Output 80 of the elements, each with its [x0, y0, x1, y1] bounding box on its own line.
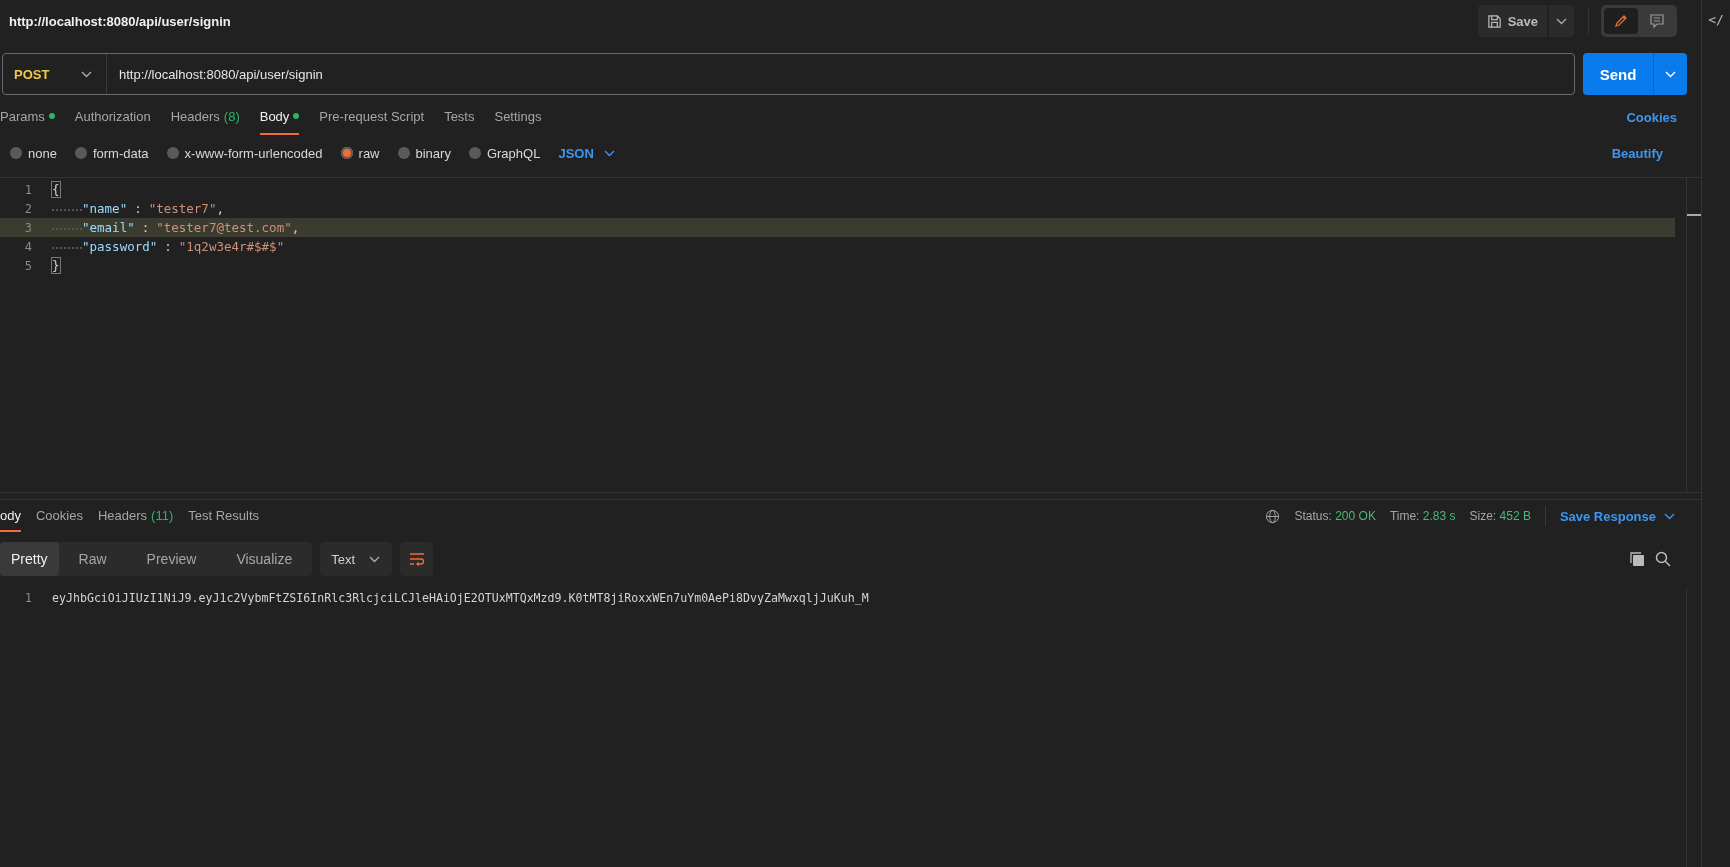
radio-label: form-data: [92, 145, 149, 161]
radio-label: none: [28, 145, 57, 161]
line-number: 3: [23, 220, 33, 235]
response-tab[interactable]: Headers (11): [97, 500, 174, 532]
response-meta: Size: 452 B: [1469, 509, 1531, 523]
caret-icon: [81, 70, 92, 78]
save-response-button[interactable]: Save Response: [1559, 508, 1675, 524]
comment-icon: [1649, 13, 1665, 29]
request-tab[interactable]: Headers (8): [170, 99, 240, 135]
code-token: "name": [82, 201, 128, 216]
code-editor[interactable]: 1 { 2 "name" : "tester7", 3 "email" : "tester7@test.com", 4 "password" : "1q2w3e4r#$#$" 5 }: [0, 177, 1701, 493]
request-tab[interactable]: Settings: [494, 99, 542, 135]
method-dropdown[interactable]: POST: [3, 54, 107, 94]
response-meta: Time: 2.83 s: [1389, 509, 1456, 523]
code-token: :: [141, 220, 150, 235]
code-token: "1q2w3e4r#$#$": [178, 239, 285, 254]
view-mode-tab[interactable]: Raw: [58, 542, 127, 576]
radio-button[interactable]: [340, 147, 353, 159]
radio-label: GraphQL: [486, 145, 541, 161]
view-mode-tab[interactable]: Pretty: [0, 542, 59, 576]
caret-icon: [1665, 70, 1676, 78]
caret-icon: [369, 555, 380, 563]
radio-button[interactable]: [397, 147, 410, 159]
radio-label: x-www-form-urlencoded: [184, 145, 323, 161]
radio-button[interactable]: [10, 147, 22, 159]
edit-mode-button[interactable]: [1604, 8, 1638, 34]
pencil-icon: [1613, 13, 1629, 29]
view-mode-tab[interactable]: Preview: [126, 542, 217, 576]
code-token: "password": [82, 239, 158, 254]
language-dropdown[interactable]: JSON: [558, 145, 615, 161]
save-button[interactable]: Save: [1477, 5, 1547, 37]
format-dropdown[interactable]: Text: [320, 542, 392, 576]
line-number: 4: [23, 239, 33, 254]
code-token: }: [52, 258, 60, 273]
request-tab[interactable]: Body: [259, 99, 300, 135]
save-menu-button[interactable]: [1549, 5, 1574, 37]
url-field[interactable]: POST http://localhost:8080/api/user/signin: [2, 53, 1575, 95]
line-number: 1: [23, 590, 33, 605]
code-token: :: [134, 201, 142, 216]
response-tab[interactable]: ody: [0, 500, 21, 532]
code-token: ,: [291, 220, 300, 235]
search-button[interactable]: [1655, 551, 1671, 567]
radio-button[interactable]: [74, 147, 87, 159]
response-tab[interactable]: Cookies: [35, 500, 83, 532]
code-token: "email": [82, 220, 135, 235]
caret-icon: [1664, 512, 1675, 520]
wrap-lines-button[interactable]: [400, 542, 433, 576]
view-mode-tab[interactable]: Visualize: [216, 542, 313, 576]
line-number: 1: [23, 182, 33, 197]
radio-label: raw: [358, 145, 380, 161]
request-tab[interactable]: Authorization: [74, 99, 151, 135]
code-token: "tester7": [148, 201, 217, 216]
response-meta: Status: 200 OK: [1294, 509, 1376, 523]
radio-button[interactable]: [468, 147, 481, 159]
caret-icon: [1556, 17, 1567, 25]
caret-icon: [603, 149, 615, 157]
code-token: ,: [216, 201, 224, 216]
search-icon: [1655, 551, 1671, 567]
line-number: 2: [23, 201, 33, 216]
send-menu-button[interactable]: [1654, 53, 1687, 95]
request-tab[interactable]: Pre-request Script: [319, 99, 425, 135]
code-token: {: [52, 182, 60, 197]
wrap-lines-icon: [408, 552, 425, 566]
radio-label: binary: [415, 145, 451, 161]
code-panel-toggle[interactable]: </: [1708, 12, 1724, 28]
response-tab[interactable]: Test Results: [188, 500, 260, 532]
copy-button[interactable]: [1629, 551, 1645, 567]
copy-icon: [1629, 551, 1645, 567]
send-button[interactable]: Send: [1583, 53, 1654, 95]
beautify-link[interactable]: Beautify: [1611, 145, 1663, 161]
radio-button[interactable]: [166, 147, 179, 159]
globe-icon: [1265, 508, 1281, 524]
code-token: :: [164, 239, 172, 254]
response-text: eyJhbGciOiJIUzI1NiJ9.eyJ1c2VybmFtZSI6InRlc3RlcjciLCJleHAiOjE2OTUxMTQxMzd9.K0tMT8jiRoxxWEn7uYm0AePi8DvyZaMwxqljJuKuh_M: [52, 590, 869, 605]
request-tab[interactable]: Tests: [444, 99, 475, 135]
request-tab[interactable]: Params: [0, 99, 55, 135]
request-title: http://localhost:8080/api/user/signin: [9, 13, 232, 29]
cookies-link[interactable]: Cookies: [1626, 99, 1677, 135]
line-number: 5: [23, 258, 33, 273]
code-token: "tester7@test.com": [156, 220, 292, 235]
